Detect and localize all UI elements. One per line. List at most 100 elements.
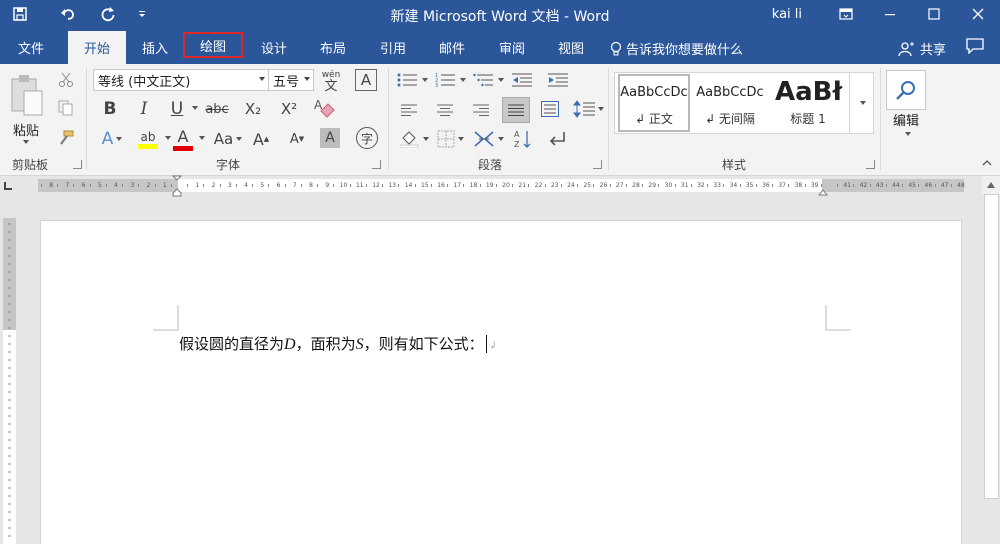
justify-button[interactable] xyxy=(502,97,530,123)
superscript-button[interactable]: X² xyxy=(276,98,302,120)
borders-button[interactable] xyxy=(434,128,466,150)
align-left-button[interactable] xyxy=(398,100,420,120)
style-name: 标题 1 xyxy=(790,112,826,126)
cut-button[interactable] xyxy=(56,70,76,90)
paste-dropdown[interactable] xyxy=(20,138,29,146)
tab-selector[interactable] xyxy=(4,182,12,190)
format-painter-button[interactable] xyxy=(56,128,76,148)
collapse-ribbon-button[interactable] xyxy=(980,158,994,168)
tab-home[interactable]: 开始 xyxy=(68,31,126,64)
indent-marker-icon xyxy=(172,175,182,197)
vertical-ruler[interactable] xyxy=(3,218,16,544)
indent-marker[interactable] xyxy=(172,175,182,197)
sort-button[interactable]: AZ xyxy=(512,128,534,150)
underline-button[interactable]: U xyxy=(166,98,188,120)
line-spacing-button[interactable] xyxy=(572,98,604,120)
clear-formatting-button[interactable]: A xyxy=(312,96,336,120)
redo-button[interactable] xyxy=(88,0,128,28)
chevron-down-icon xyxy=(597,107,604,111)
font-size-combobox[interactable]: 五号 xyxy=(268,69,314,91)
search-icon xyxy=(896,81,915,100)
ruler-tick xyxy=(430,184,432,187)
numbering-button[interactable]: 123 xyxy=(434,70,466,90)
ribbon-display-options-button[interactable] xyxy=(824,0,868,28)
customize-qat-button[interactable] xyxy=(128,0,156,28)
font-color-button[interactable]: A xyxy=(172,126,194,152)
phonetic-guide-button[interactable]: wén 文 xyxy=(320,68,342,94)
highlight-color-button[interactable]: ab xyxy=(134,126,162,152)
tab-review[interactable]: 审阅 xyxy=(489,31,535,64)
styles-dialog-launcher[interactable] xyxy=(866,160,875,169)
distributed-icon xyxy=(541,101,559,117)
font-color-icon: A xyxy=(177,126,189,146)
user-name[interactable]: kai li xyxy=(772,7,802,22)
multilevel-list-button[interactable] xyxy=(472,70,504,90)
font-name-combobox[interactable]: 等线 (中文正文) xyxy=(93,69,269,91)
find-button[interactable] xyxy=(886,70,926,110)
tab-draw[interactable]: 绘图 xyxy=(183,32,243,58)
font-size-value: 五号 xyxy=(273,74,300,90)
maximize-button[interactable] xyxy=(912,0,956,28)
minimize-button[interactable] xyxy=(868,0,912,28)
tab-mailings[interactable]: 邮件 xyxy=(429,31,475,64)
style-heading-1[interactable]: AaBł 标题 1 xyxy=(771,73,845,133)
justify-icon xyxy=(508,104,524,116)
tab-file[interactable]: 文件 xyxy=(8,31,54,64)
scroll-thumb[interactable] xyxy=(984,194,999,499)
paste-button[interactable] xyxy=(6,70,48,122)
tell-me-search[interactable]: 告诉我你想要做什么 xyxy=(610,39,743,58)
chinese-layout-button[interactable] xyxy=(472,128,504,150)
bullets-button[interactable] xyxy=(396,70,428,90)
document-page[interactable]: 假设圆的直径为D，面积为S，则有如下公式： ↲ xyxy=(40,220,962,544)
ruler-tick xyxy=(609,184,611,187)
decrease-indent-button[interactable] xyxy=(510,70,534,90)
ruler-tick xyxy=(560,184,562,187)
shading-button[interactable] xyxy=(398,128,430,150)
tab-view[interactable]: 视图 xyxy=(548,31,594,64)
align-center-button[interactable] xyxy=(434,100,456,120)
document-paragraph[interactable]: 假设圆的直径为D，面积为S，则有如下公式： ↲ xyxy=(179,333,497,354)
tab-design[interactable]: 设计 xyxy=(251,31,297,64)
styles-more-button[interactable] xyxy=(849,73,873,133)
save-button[interactable] xyxy=(0,0,40,28)
underline-dropdown[interactable] xyxy=(189,104,198,112)
close-button[interactable] xyxy=(956,0,1000,28)
grow-font-button[interactable]: A ▲ xyxy=(250,128,272,150)
undo-button[interactable] xyxy=(48,0,88,28)
distributed-button[interactable] xyxy=(538,98,562,120)
italic-button[interactable]: I xyxy=(134,98,154,120)
comments-button[interactable] xyxy=(966,38,984,58)
clipboard-dialog-launcher[interactable] xyxy=(73,160,82,169)
paragraph-dialog-launcher[interactable] xyxy=(593,160,602,169)
copy-button[interactable] xyxy=(56,98,76,118)
scroll-up-button[interactable] xyxy=(982,176,1000,194)
share-button[interactable]: 共享 xyxy=(898,39,946,58)
ruler-tick xyxy=(235,184,237,187)
change-case-button[interactable]: Aa xyxy=(212,128,244,150)
font-dialog-launcher[interactable] xyxy=(372,160,381,169)
tab-layout[interactable]: 布局 xyxy=(310,31,356,64)
character-border-button[interactable]: A xyxy=(355,69,377,91)
show-formatting-marks-button[interactable] xyxy=(546,128,568,150)
bold-button[interactable]: B xyxy=(100,98,120,120)
tab-insert[interactable]: 插入 xyxy=(132,31,178,64)
font-color-dropdown[interactable] xyxy=(196,134,205,142)
tab-references[interactable]: 引用 xyxy=(370,31,416,64)
increase-indent-button[interactable] xyxy=(546,70,570,90)
highlight-dropdown[interactable] xyxy=(162,134,171,142)
strikethrough-button[interactable]: abc xyxy=(204,98,230,120)
editing-dropdown[interactable] xyxy=(902,130,911,138)
text-effects-button[interactable]: A xyxy=(100,128,124,150)
right-indent-marker[interactable] xyxy=(818,187,828,197)
shrink-font-button[interactable]: A ▼ xyxy=(286,128,308,150)
character-shading-button[interactable]: A xyxy=(320,128,340,148)
align-right-button[interactable] xyxy=(470,100,492,120)
vertical-scrollbar[interactable] xyxy=(982,176,1000,544)
subscript-button[interactable]: X₂ xyxy=(240,98,266,120)
paragraph-mark-icon xyxy=(549,132,565,146)
enclose-characters-button[interactable]: 字 xyxy=(356,127,378,149)
ruler-tick-label: 48 xyxy=(957,182,965,189)
style-no-spacing[interactable]: AaBbCcDc ↲ 无间隔 xyxy=(693,73,767,133)
ribbon-display-icon xyxy=(839,8,853,20)
style-normal[interactable]: AaBbCcDc ↲ 正文 xyxy=(617,73,691,133)
